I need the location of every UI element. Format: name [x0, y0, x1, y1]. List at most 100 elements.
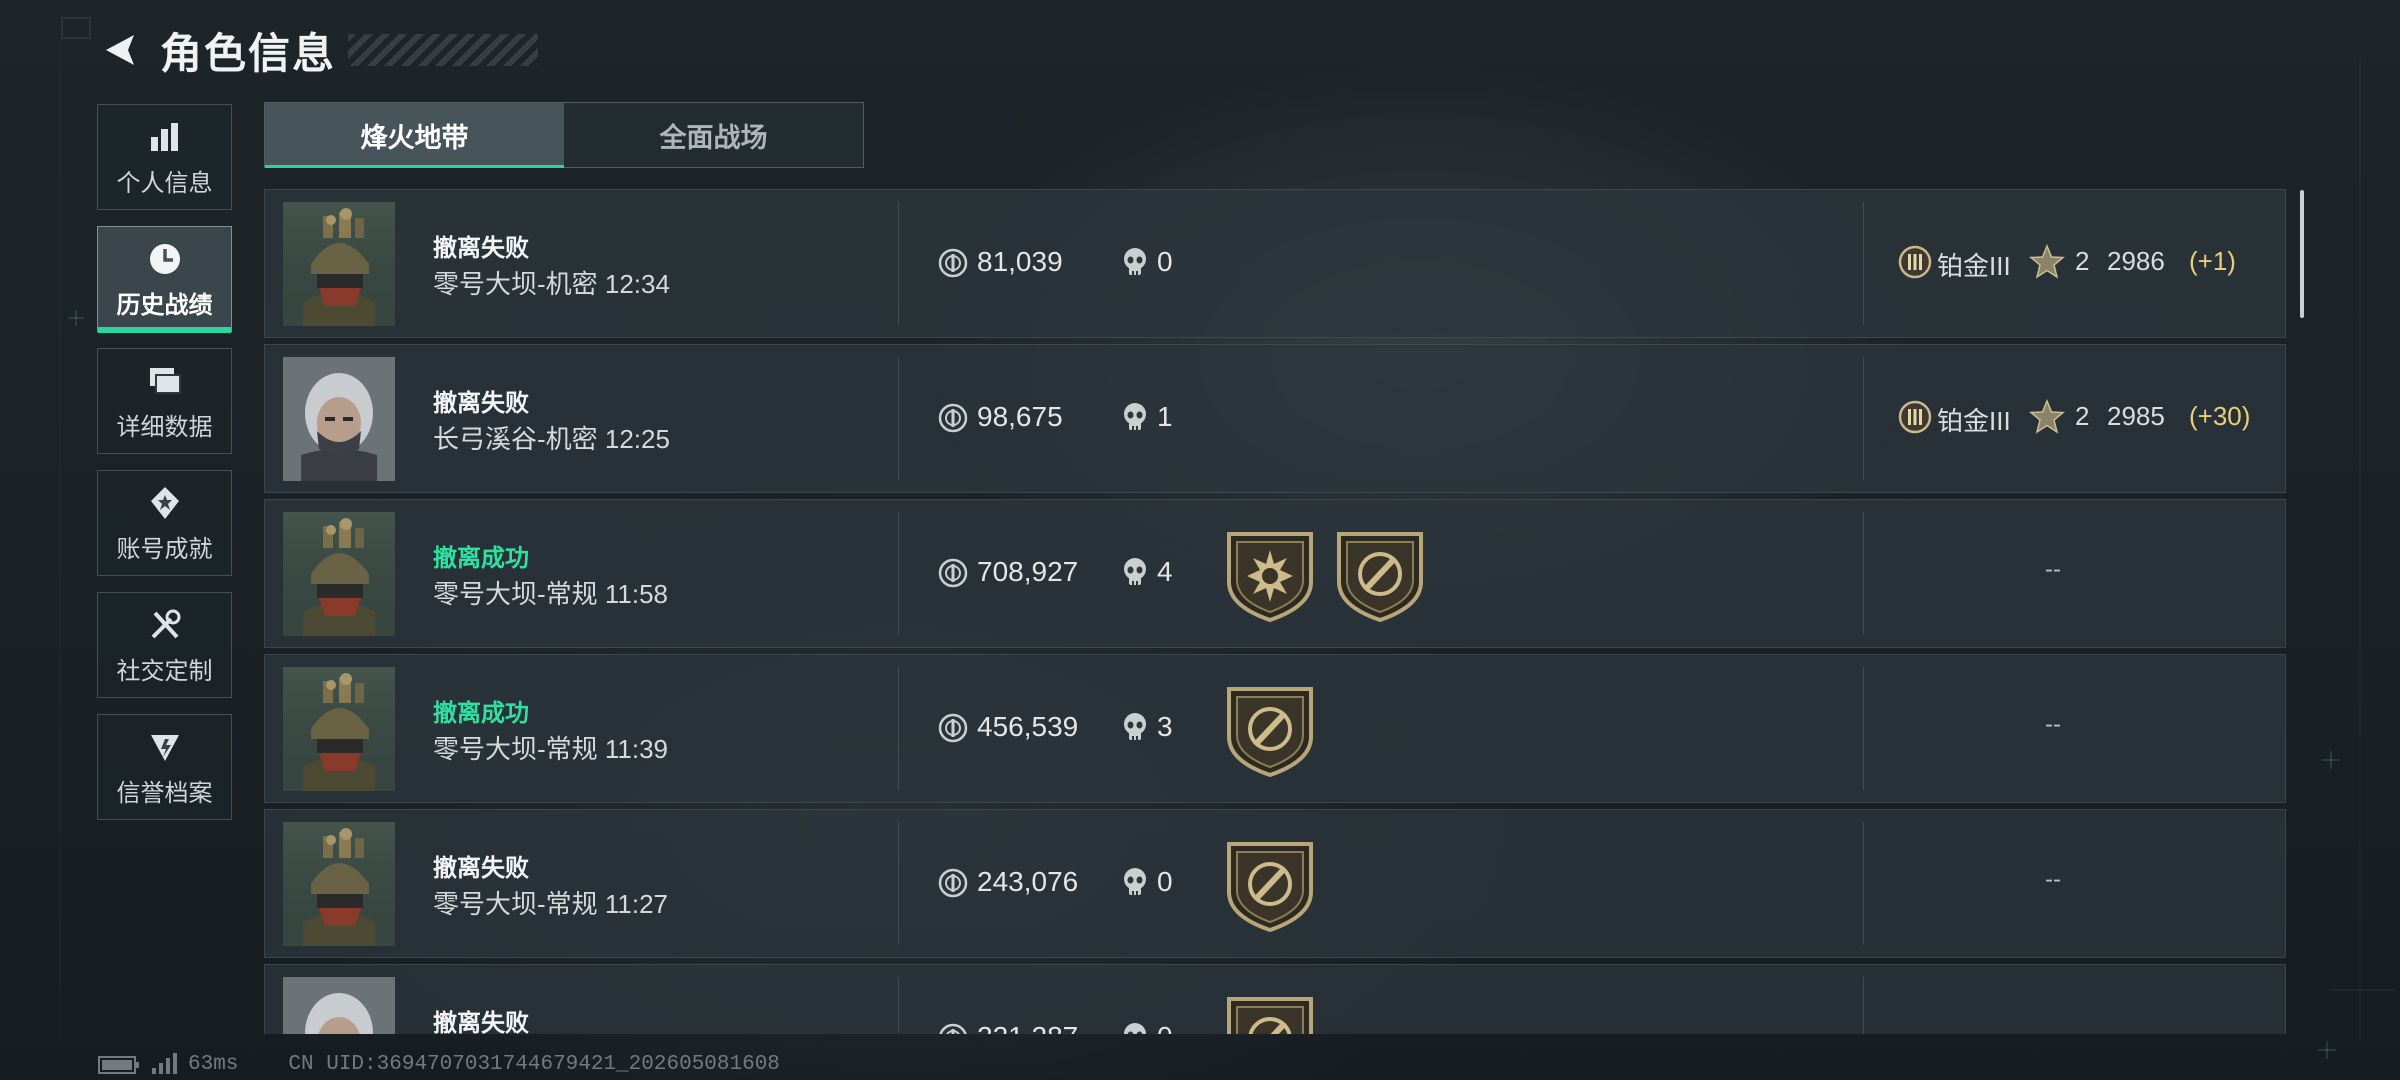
crosshair-knife-badge-icon	[1225, 840, 1315, 932]
list-scrollbar[interactable]	[2300, 190, 2304, 318]
back-arrow-icon	[106, 35, 134, 65]
loot-value: 98,675	[977, 401, 1063, 432]
ping-value: 63ms	[188, 1052, 239, 1076]
loot-value: 243,076	[977, 866, 1079, 897]
skull-icon	[1121, 867, 1149, 899]
match-record-row[interactable]: 撤离失败 零号大坝-机密 12:34 81,039 0 铂金III 2 2986…	[264, 189, 2286, 338]
extraction-status: 撤离成功	[433, 700, 529, 727]
divider	[898, 822, 899, 945]
sidebar-item-details[interactable]: 详细数据	[97, 348, 232, 454]
rank-name: 铂金III	[1937, 406, 2011, 436]
divider	[1863, 512, 1864, 635]
currency-icon	[938, 403, 968, 433]
tab-all-out-warfare[interactable]: 全面战场	[564, 103, 863, 167]
star-icon	[2029, 399, 2065, 435]
kill-count: 1	[1157, 401, 1173, 432]
crosshair-knife-badge-icon	[1225, 685, 1315, 777]
rank-placeholder: --	[2045, 556, 2061, 583]
status-bar: 63ms CN UID:3694707031744679421_20260508…	[98, 1052, 780, 1076]
divider	[898, 202, 899, 325]
sidebar-item-label: 历史战绩	[116, 291, 213, 319]
clock-icon	[145, 239, 185, 279]
match-record-row[interactable]: 撤离失败 长弓溪谷-机密 12:25 98,675 1 铂金III 2 2985…	[264, 344, 2286, 493]
divider	[1863, 822, 1864, 945]
extraction-status: 撤离成功	[433, 545, 529, 572]
crosshair-knife-badge-icon	[1225, 995, 1315, 1034]
extraction-status: 撤离失败	[433, 1010, 529, 1034]
match-record-row[interactable]: 撤离失败 零号大坝-常规 11:27 243,076 0 --	[264, 809, 2286, 958]
sidebar-item-profile[interactable]: 个人信息	[97, 104, 232, 210]
divider	[1863, 667, 1864, 790]
divider	[898, 512, 899, 635]
divider	[898, 357, 899, 480]
soldier-silver-hair-icon	[283, 357, 395, 481]
sidebar-item-label: 个人信息	[116, 169, 213, 197]
divider	[1863, 202, 1864, 325]
map-and-time: 零号大坝-常规 11:39	[433, 734, 669, 764]
user-uid: CN UID:3694707031744679421_202605081608	[288, 1052, 780, 1076]
tab-fire-zone[interactable]: 烽火地带	[265, 103, 564, 168]
rank-placeholder: --	[2045, 866, 2061, 893]
skull-burst-badge-icon	[1225, 530, 1315, 622]
mode-tabs: 烽火地带 全面战场	[264, 102, 864, 168]
rank-badge-icon	[1897, 244, 1933, 280]
kill-count: 0	[1157, 1021, 1173, 1034]
sidebar-item-achievements[interactable]: 账号成就	[97, 470, 232, 576]
crosshair-knife-badge-icon	[1335, 530, 1425, 622]
match-history-list: 撤离失败 零号大坝-机密 12:34 81,039 0 铂金III 2 2986…	[264, 189, 2286, 1034]
star-count: 2	[2075, 246, 2090, 276]
sidebar-item-label: 信誉档案	[116, 779, 213, 807]
match-record-row[interactable]: 撤离成功 零号大坝-常规 11:58 708,927 4 --	[264, 499, 2286, 648]
soldier-helmet-icon	[283, 822, 395, 946]
divider	[1863, 357, 1864, 480]
soldier-helmet-icon	[283, 202, 395, 326]
map-and-time: 零号大坝-常规 11:27	[433, 889, 669, 919]
currency-icon	[938, 713, 968, 743]
map-and-time: 零号大坝-机密 12:34	[433, 269, 670, 299]
sidebar-item-history[interactable]: 历史战绩	[97, 226, 232, 333]
star-count: 2	[2075, 401, 2090, 431]
divider	[898, 977, 899, 1034]
rank-name: 铂金III	[1937, 251, 2011, 281]
soldier-helmet-icon	[283, 512, 395, 636]
skull-icon	[1121, 402, 1149, 434]
kill-count: 3	[1157, 711, 1173, 742]
extraction-status: 撤离失败	[433, 855, 529, 882]
match-record-row[interactable]: 撤离失败 221,287 0	[264, 964, 2286, 1034]
sidebar-item-reputation[interactable]: 信誉档案	[97, 714, 232, 820]
signal-icon	[152, 1053, 177, 1074]
sidebar-item-social[interactable]: 社交定制	[97, 592, 232, 698]
currency-icon	[938, 558, 968, 588]
sidebar-item-label: 详细数据	[116, 413, 213, 441]
achievement-icon	[145, 483, 185, 523]
currency-icon	[938, 248, 968, 278]
rank-score: 2985	[2107, 401, 2165, 431]
divider	[1863, 977, 1864, 1034]
sidebar: 个人信息 历史战绩 详细数据 账号成就 社交定制 信誉档案	[97, 104, 234, 836]
currency-icon	[938, 1023, 968, 1034]
score-change: (+30)	[2189, 401, 2251, 431]
sidebar-item-label: 社交定制	[116, 657, 213, 685]
sidebar-item-label: 账号成就	[116, 535, 213, 563]
skull-icon	[1121, 247, 1149, 279]
rank-score: 2986	[2107, 246, 2165, 276]
score-change: (+1)	[2189, 246, 2236, 276]
battery-icon	[98, 1056, 139, 1074]
skull-icon	[1121, 1022, 1149, 1034]
skull-icon	[1121, 712, 1149, 744]
currency-icon	[938, 868, 968, 898]
rank-badge-icon	[1897, 399, 1933, 435]
title-decoration	[348, 34, 539, 66]
kill-count: 0	[1157, 866, 1173, 897]
header: 角色信息	[96, 18, 539, 82]
loot-value: 221,287	[977, 1021, 1078, 1034]
bar-chart-icon	[145, 117, 185, 157]
tools-icon	[145, 605, 185, 645]
map-and-time: 零号大坝-常规 11:58	[433, 579, 669, 609]
skull-icon	[1121, 557, 1149, 589]
back-button[interactable]	[96, 25, 146, 75]
reputation-icon	[145, 727, 185, 767]
match-record-row[interactable]: 撤离成功 零号大坝-常规 11:39 456,539 3 --	[264, 654, 2286, 803]
folders-icon	[145, 361, 185, 401]
map-and-time: 长弓溪谷-机密 12:25	[433, 424, 670, 454]
